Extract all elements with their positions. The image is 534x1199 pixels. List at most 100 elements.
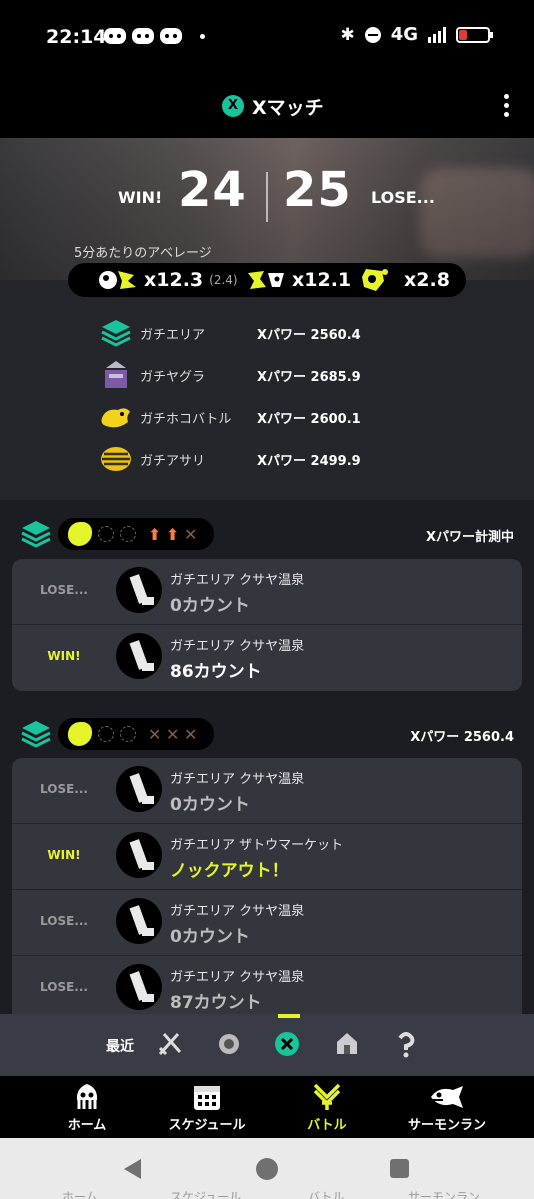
challenge-icon[interactable] (392, 1030, 420, 1058)
match-count: ノックアウト！ (170, 861, 289, 881)
lose-label: LOSE... (371, 188, 435, 207)
stage-name: ガチエリア クサヤ温泉 (170, 573, 305, 588)
filter-label: 最近 (106, 1039, 134, 1055)
x-battle-icon[interactable] (273, 1030, 301, 1058)
win-splat-icon (68, 522, 92, 546)
status-time: 22:14 (46, 26, 107, 48)
special-stat: x2.8 (358, 267, 450, 293)
discord-icon (104, 28, 126, 44)
match-row[interactable]: LOSE... ガチエリア クサヤ温泉 0カウント (12, 890, 522, 956)
more-vert-icon[interactable] (504, 94, 510, 118)
series-card: LOSE... ガチエリア クサヤ温泉 0カウント WIN! ガチエリア ザトウ… (12, 758, 522, 1022)
up-arrow-icon: ⬆ (148, 525, 162, 544)
match-row[interactable]: LOSE... ガチエリア クサヤ温泉 0カウント (12, 758, 522, 824)
match-result: WIN! (47, 649, 81, 663)
crossed-arrow-icon: ✕ (184, 525, 198, 544)
discord-icon (160, 28, 182, 44)
rule-power-list: ガチエリア Xパワー 2560.4 ガチヤグラ Xパワー 2685.9 ガチホコ… (0, 280, 534, 500)
calendar-icon (147, 1082, 267, 1112)
win-splat-icon (68, 722, 92, 746)
up-arrow-icon: ⬆ (166, 525, 180, 544)
death-value: x12.1 (292, 269, 352, 291)
empty-slot-icon (120, 726, 136, 742)
series-header: ✕ ✕ ✕ Xパワー 2560.4 (0, 716, 534, 752)
match-row[interactable]: WIN! ガチエリア クサヤ温泉 86カウント (12, 625, 522, 691)
rule-row: ガチホコバトル Xパワー 2600.1 (100, 400, 361, 434)
ghost-label: バトル (308, 1190, 345, 1199)
rule-x-power: Xパワー 2600.1 (257, 412, 361, 427)
match-count: 0カウント (170, 795, 250, 815)
nav-home[interactable]: ホーム (27, 1082, 147, 1133)
stage-name: ガチエリア クサヤ温泉 (170, 639, 305, 654)
home-circle-icon[interactable] (256, 1158, 278, 1180)
empty-slot-icon (98, 726, 114, 742)
notification-icons (104, 28, 205, 44)
bottom-nav: ホーム スケジュール バトル サーモンラン (0, 1076, 534, 1138)
system-nav-bar: ホーム スケジュール バトル サーモンラン (0, 1138, 534, 1199)
average-caption: 5分あたりのアベレージ (74, 246, 212, 261)
crossed-arrow-icon: ✕ (166, 725, 180, 744)
rule-x-power: Xパワー 2685.9 (257, 370, 361, 385)
back-icon[interactable] (124, 1159, 141, 1179)
empty-slot-icon (98, 526, 114, 542)
stage-name: ガチエリア クサヤ温泉 (170, 772, 305, 787)
rule-name: ガチアサリ (140, 454, 206, 469)
rule-row: ガチエリア Xパワー 2560.4 (100, 316, 361, 350)
series-header: ⬆ ⬆ ✕ Xパワー計測中 (0, 516, 534, 552)
recents-icon[interactable] (390, 1159, 409, 1178)
match-result: LOSE... (40, 914, 88, 928)
private-battle-icon[interactable] (333, 1030, 361, 1058)
score-divider (266, 172, 268, 222)
rule-row: ガチヤグラ Xパワー 2685.9 (100, 358, 361, 392)
nav-label: スケジュール (168, 1118, 246, 1133)
nav-schedule[interactable]: スケジュール (147, 1082, 267, 1133)
series-progress: ✕ ✕ ✕ (58, 718, 214, 750)
discord-icon (132, 28, 154, 44)
match-count: 86カウント (170, 662, 262, 682)
nav-label: バトル (307, 1118, 347, 1133)
rainmaker-icon (100, 402, 132, 432)
ghost-label: ホーム (62, 1190, 98, 1199)
weapon-icon (116, 567, 162, 613)
rule-name: ガチホコバトル (140, 412, 232, 427)
match-row[interactable]: LOSE... ガチエリア クサヤ温泉 87カウント (12, 956, 522, 1022)
ghost-label: スケジュール (170, 1190, 242, 1199)
match-count: 87カウント (170, 993, 262, 1013)
rule-x-power: Xパワー 2499.9 (257, 454, 361, 469)
regular-battle-icon[interactable] (156, 1030, 184, 1058)
weapon-icon (116, 633, 162, 679)
special-icon (358, 267, 398, 293)
weapon-icon (116, 964, 162, 1010)
stage-name: ガチエリア クサヤ温泉 (170, 904, 305, 919)
lose-count: 25 (283, 162, 352, 218)
match-count: 0カウント (170, 927, 250, 947)
average-stats: x12.3 (2.4) x12.1 x2.8 (68, 263, 466, 297)
selected-indicator (278, 1014, 300, 1018)
bluetooth-icon: ✱ (340, 24, 355, 45)
nav-label: ホーム (67, 1118, 107, 1133)
splat-zones-icon (20, 719, 52, 749)
rule-row: ガチアサリ Xパワー 2499.9 (100, 442, 361, 476)
nav-battle[interactable]: バトル (267, 1082, 387, 1133)
clam-blitz-icon (100, 444, 132, 474)
death-icon (246, 267, 286, 293)
win-label: WIN! (118, 188, 163, 207)
app-header: X Xマッチ (0, 78, 534, 138)
series-card: LOSE... ガチエリア クサヤ温泉 0カウント WIN! ガチエリア クサヤ… (12, 559, 522, 691)
battery-icon (456, 26, 493, 43)
nav-salmon-run[interactable]: サーモンラン (387, 1082, 507, 1133)
kill-assist-value: x12.3 (144, 269, 204, 291)
match-result: LOSE... (40, 782, 88, 796)
series-x-power: Xパワー 2560.4 (410, 730, 514, 745)
kill-assist-stat: x12.3 (2.4) (98, 267, 238, 293)
match-row[interactable]: WIN! ガチエリア ザトウマーケット ノックアウト！ (12, 824, 522, 890)
splat-zones-icon (100, 318, 132, 348)
kill-assist-icon (98, 267, 138, 293)
empty-slot-icon (120, 526, 136, 542)
assist-value: (2.4) (209, 273, 238, 287)
match-result: LOSE... (40, 583, 88, 597)
anarchy-battle-icon[interactable] (215, 1030, 243, 1058)
match-row[interactable]: LOSE... ガチエリア クサヤ温泉 0カウント (12, 559, 522, 625)
stage-name: ガチエリア クサヤ温泉 (170, 970, 305, 985)
match-count: 0カウント (170, 596, 250, 616)
